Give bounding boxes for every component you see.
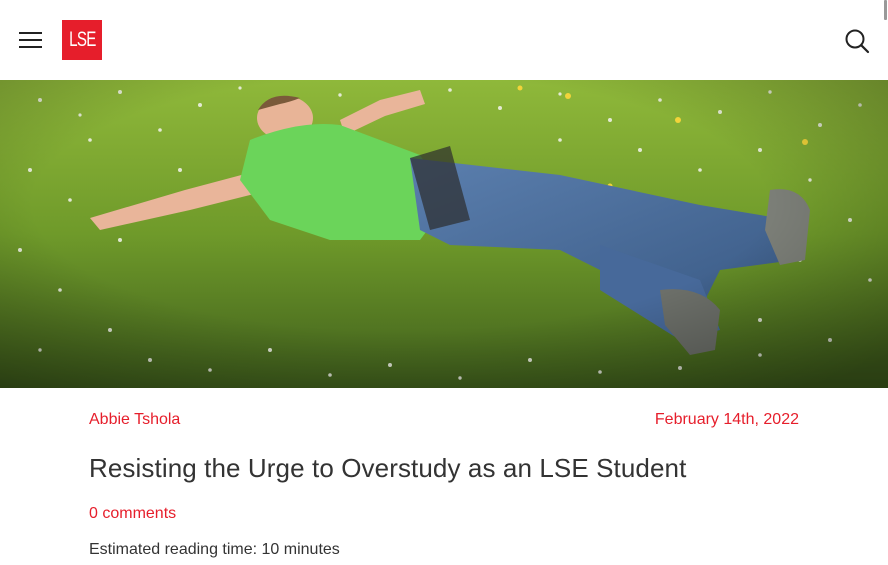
hero-image [0,80,888,388]
post-date: February 14th, 2022 [654,411,799,428]
article-title: Resisting the Urge to Overstudy as an LS… [89,453,687,483]
reading-time: Estimated reading time: 10 minutes [89,541,340,558]
site-header: LSE [0,0,888,80]
lse-logo[interactable]: LSE [62,20,102,60]
author-link[interactable]: Abbie Tshola [89,411,180,429]
scrollbar[interactable] [884,0,887,20]
search-icon[interactable] [844,28,870,54]
menu-line [19,39,42,41]
menu-line [19,46,42,48]
hamburger-menu-icon[interactable] [18,28,44,52]
menu-line [19,32,42,34]
comments-link[interactable]: 0 comments [89,505,176,523]
logo-text: LSE [68,28,96,51]
